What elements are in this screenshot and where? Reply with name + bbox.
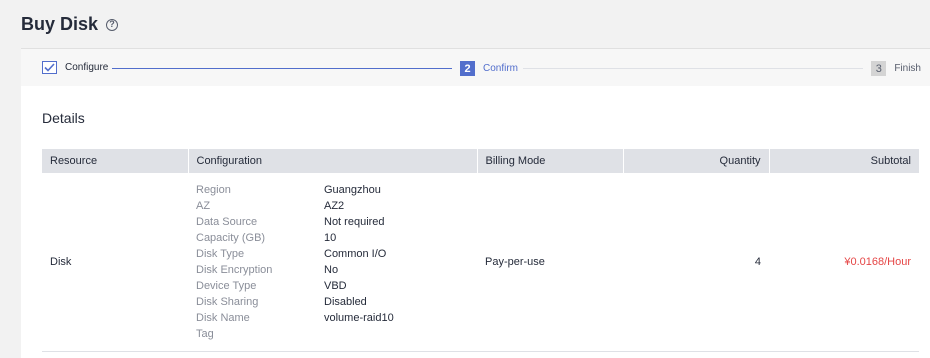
config-key: Disk Type: [196, 248, 245, 260]
page-title: Buy Disk ?: [21, 14, 119, 35]
step-finish: 3 Finish: [871, 61, 921, 76]
step-configure: Configure: [42, 61, 108, 74]
config-item: Disk Type Common I/O: [196, 246, 469, 262]
step-confirm-number: 2: [460, 61, 475, 76]
config-key: Disk Encryption: [196, 264, 273, 276]
step-finish-label: Finish: [894, 63, 921, 74]
config-item: Capacity (GB) 10: [196, 230, 469, 246]
config-item: Device Type VBD: [196, 278, 469, 294]
config-value: Not required: [324, 216, 385, 228]
config-key: Device Type: [196, 280, 257, 292]
step-connector-done: [112, 68, 452, 69]
cell-quantity: 4: [623, 173, 769, 352]
config-value: No: [324, 264, 339, 276]
config-key: Capacity (GB): [196, 232, 266, 244]
config-value: Common I/O: [324, 248, 387, 260]
config-key: Data Source: [196, 216, 258, 228]
config-item: Data Source Not required: [196, 214, 469, 230]
cell-resource: Disk: [42, 173, 188, 352]
column-header-resource: Resource: [42, 149, 189, 173]
section-title: Details: [42, 110, 85, 126]
steps-bar: Configure 2 Confirm 3 Finish: [21, 48, 930, 86]
config-key: AZ: [196, 200, 211, 212]
cell-subtotal: ¥0.0168/Hour: [769, 173, 919, 352]
config-key: Region: [196, 184, 231, 196]
column-header-quantity: Quantity: [623, 149, 770, 173]
check-icon: [42, 61, 57, 74]
config-item: Disk Encryption No: [196, 262, 469, 278]
step-confirm-label: Confirm: [483, 63, 519, 74]
step-confirm: 2 Confirm: [460, 61, 518, 76]
config-value: 10: [324, 232, 337, 244]
config-item: Tag: [196, 326, 469, 342]
step-finish-number: 3: [871, 61, 887, 76]
table-row: Disk Region Guangzhou AZ AZ2 Data Source No…: [42, 173, 919, 352]
column-header-billing-mode: Billing Mode: [477, 149, 624, 173]
cell-billing-mode: Pay-per-use: [477, 173, 623, 352]
config-key: Disk Sharing: [196, 296, 259, 308]
config-value: AZ2: [324, 200, 345, 212]
cell-configuration: Region Guangzhou AZ AZ2 Data Source Not req…: [188, 173, 477, 352]
help-icon[interactable]: ?: [106, 18, 119, 31]
configuration-list: Region Guangzhou AZ AZ2 Data Source Not req…: [196, 173, 469, 351]
config-key: Tag: [196, 328, 214, 340]
config-value: volume-raid10: [324, 312, 394, 324]
config-value: VBD: [324, 280, 347, 292]
config-value: Disabled: [324, 296, 367, 308]
config-item: Disk Sharing Disabled: [196, 294, 469, 310]
config-item: AZ AZ2: [196, 198, 469, 214]
step-configure-label: Configure: [65, 62, 109, 73]
config-value: Guangzhou: [324, 184, 381, 196]
table-header-row: Resource Configuration Billing Mode Quan…: [42, 149, 919, 173]
column-header-configuration: Configuration: [188, 149, 478, 173]
step-connector-pending: [523, 68, 863, 69]
page-title-text: Buy Disk: [21, 14, 99, 34]
column-header-subtotal: Subtotal: [769, 149, 919, 173]
details-table: Resource Configuration Billing Mode Quan…: [42, 149, 919, 352]
config-key: Disk Name: [196, 312, 250, 324]
details-panel: Details Resource Configuration Billing M…: [21, 86, 930, 358]
config-item: Region Guangzhou: [196, 182, 469, 198]
config-item: Disk Name volume-raid10: [196, 310, 469, 326]
